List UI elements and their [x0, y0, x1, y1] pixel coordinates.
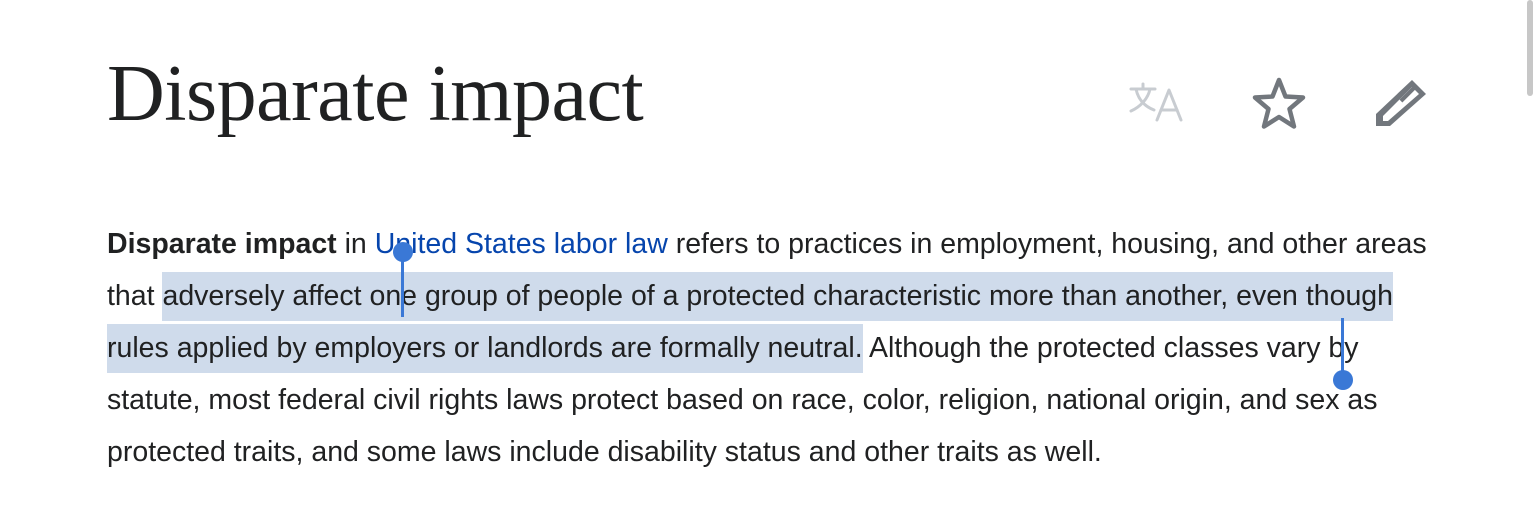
selection-start-handle-stem[interactable]: [401, 253, 404, 317]
selection-start-handle[interactable]: [393, 242, 413, 262]
scrollbar-thumb[interactable]: [1527, 0, 1533, 96]
text-before-link: in: [336, 228, 375, 260]
link-united-states-labor-law[interactable]: United States labor law: [375, 228, 668, 260]
edit-pencil-icon[interactable]: [1374, 76, 1430, 128]
selection-end-handle-stem[interactable]: [1341, 318, 1344, 374]
language-icon[interactable]: [1128, 80, 1184, 124]
scrollbar[interactable]: [1522, 0, 1536, 523]
article-lead-paragraph: Disparate impact in United States labor …: [107, 218, 1427, 478]
page-title: Disparate impact: [107, 50, 644, 138]
watch-star-icon[interactable]: [1250, 76, 1308, 132]
selection-end-handle[interactable]: [1333, 370, 1353, 390]
bold-term: Disparate impact: [107, 228, 337, 260]
